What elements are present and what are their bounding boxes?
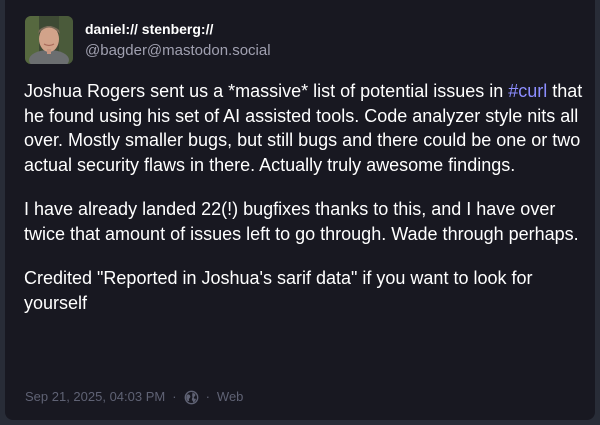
post-card: daniel:// stenberg:// @bagder@mastodon.s… [5,0,595,420]
separator: · [172,389,177,404]
author-names: daniel:// stenberg:// @bagder@mastodon.s… [85,19,271,61]
globe-icon [184,390,198,404]
post-text: Joshua Rogers sent us a *massive* list o… [24,81,509,101]
separator: · [205,389,210,404]
post-header: daniel:// stenberg:// @bagder@mastodon.s… [25,16,271,64]
post-paragraph-3: Credited "Reported in Joshua's sarif dat… [24,268,533,313]
hashtag-link-curl[interactable]: #curl [508,81,547,101]
application-link[interactable]: Web [217,389,244,405]
post-content: Joshua Rogers sent us a *massive* list o… [24,79,588,335]
author-handle[interactable]: @bagder@mastodon.social [85,41,271,61]
author-display-name[interactable]: daniel:// stenberg:// [85,20,271,38]
post-paragraph-1: Joshua Rogers sent us a *massive* list o… [24,79,588,177]
post-timestamp[interactable]: Sep 21, 2025, 04:03 PM [25,389,165,405]
post-paragraph-2: I have already landed 22(!) bugfixes tha… [24,199,579,244]
post-meta: Sep 21, 2025, 04:03 PM · · Web [25,389,243,405]
avatar[interactable] [25,16,73,64]
